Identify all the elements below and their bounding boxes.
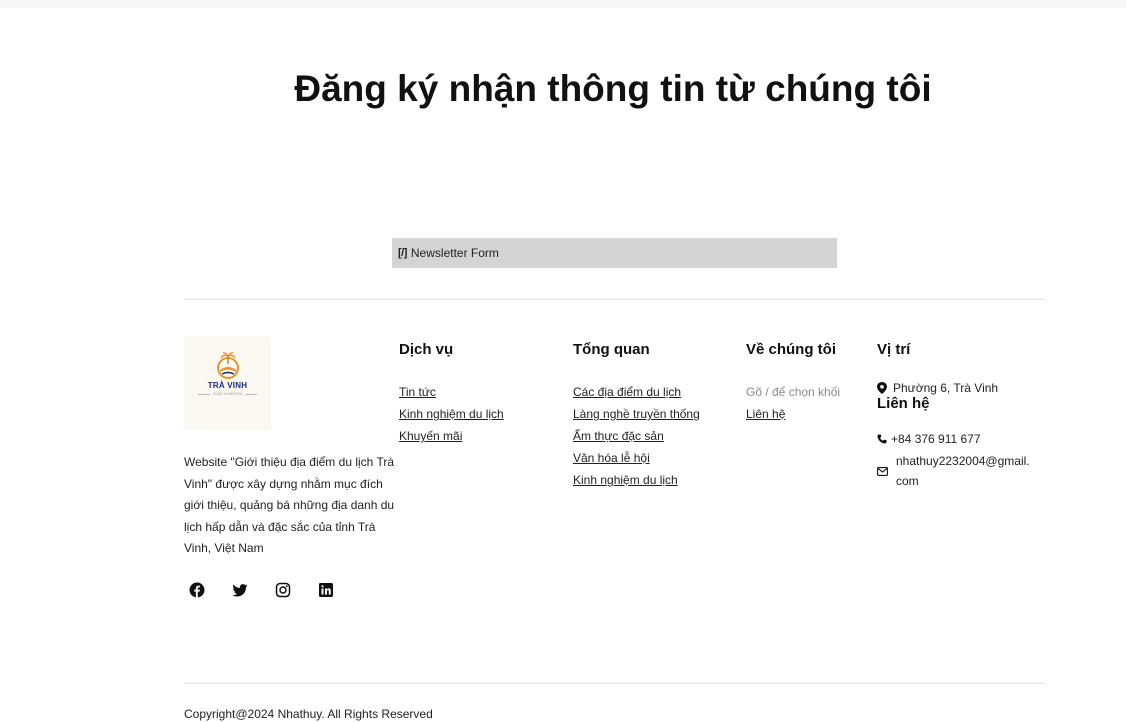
phone-text: +84 376 911 677 [891,432,981,446]
link-lien-he[interactable]: Liên hệ [746,407,785,421]
column-heading: Về chúng tôi [746,341,836,358]
site-description: Website "Giới thiệu địa điểm du lịch Trà… [184,455,395,555]
footer-column-ve-chung-toi: Về chúng tôi Gõ / để chọn khối Liên hệ [746,341,840,425]
link-van-hoa-le-hoi[interactable]: Văn hóa lễ hội [573,451,650,465]
link-am-thuc[interactable]: Ẩm thực đặc sản [573,429,664,443]
facebook-icon[interactable] [189,582,205,598]
phone-icon [877,434,887,444]
shortcode-icon: [/] [398,247,407,259]
column-heading: Vị trí [877,341,911,358]
link-cac-dia-diem[interactable]: Các địa điểm du lịch [573,385,681,399]
footer-column-vi-tri: Vị trí Phường 6, Trà Vinh Liên hệ +84 37… [877,341,1047,491]
column-heading: Tổng quan [573,341,650,358]
column-heading-lien-he: Liên hệ [877,395,930,412]
footer-divider-top [184,299,1046,300]
link-kinh-nghiem-du-lich[interactable]: Kinh nghiệm du lịch [399,407,504,421]
block-placeholder[interactable]: Gõ / để chọn khối [746,381,840,403]
logo-tagline: CÙNG KHÁM PHÁ [197,392,258,396]
email-row[interactable]: nhathuy2232004@gmail. com [877,451,1047,491]
column-heading: Dịch vụ [399,341,454,358]
newsletter-form-label: Newsletter Form [410,246,499,260]
envelope-icon [877,466,888,476]
logo-brand-text: TRÀ VINH [207,381,248,390]
map-pin-icon [877,382,887,394]
copyright-text: Copyright@2024 Nhathuy. All Rights Reser… [184,707,433,721]
top-divider [0,0,1126,8]
newsletter-title: Đăng ký nhận thông tin từ chúng tôi [294,68,932,109]
instagram-icon[interactable] [275,582,291,598]
site-logo[interactable]: TRÀ VINH CÙNG KHÁM PHÁ [184,336,271,430]
link-kinh-nghiem-du-lich-2[interactable]: Kinh nghiệm du lịch [573,473,678,487]
footer-divider-bottom [184,683,1046,684]
email-text: nhathuy2232004@gmail. com [896,454,1030,488]
phone-row[interactable]: +84 376 911 677 [877,429,1047,449]
footer-column-tong-quan: Tổng quan Các địa điểm du lịch Làng nghề… [573,341,700,491]
address-text: Phường 6, Trà Vinh [893,381,999,395]
link-lang-nghe[interactable]: Làng nghề truyền thống [573,407,700,421]
footer-column-dich-vu: Dịch vụ Tin tức Kinh nghiệm du lịch Khuy… [399,341,504,447]
address-row: Phường 6, Trà Vinh [877,381,1047,395]
newsletter-form[interactable]: [/] Newsletter Form [392,238,837,268]
link-khuyen-mai[interactable]: Khuyến mãi [399,429,462,443]
linkedin-icon[interactable] [318,582,334,598]
sun-palm-logo-icon [216,352,239,379]
link-tin-tuc[interactable]: Tin tức [399,385,436,399]
social-links [189,582,361,598]
twitter-icon[interactable] [232,582,248,598]
